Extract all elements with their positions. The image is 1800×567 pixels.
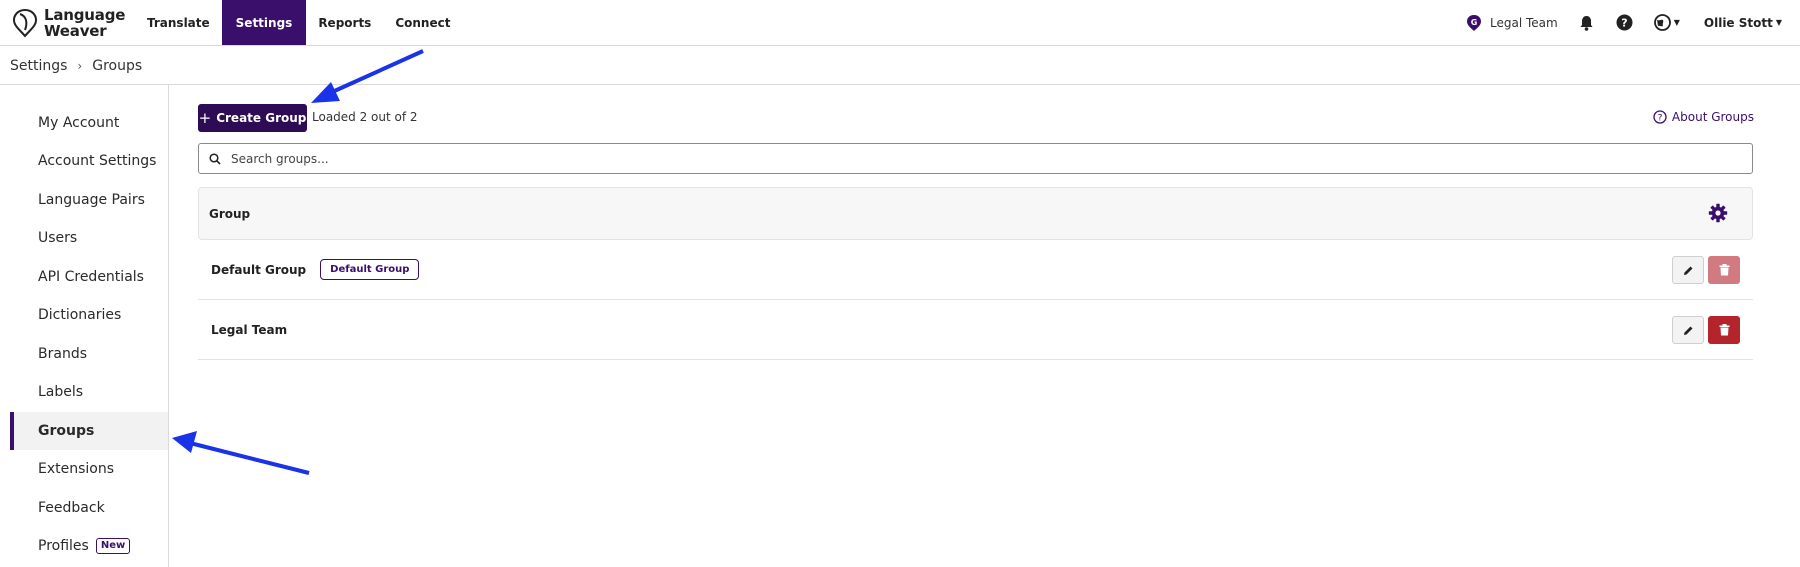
user-menu[interactable]: Ollie Stott ▼	[1704, 16, 1782, 30]
sidebar-item-dictionaries[interactable]: Dictionaries	[10, 296, 168, 334]
team-initial: G	[1471, 18, 1478, 27]
help-icon: ?	[1616, 14, 1633, 31]
create-group-button[interactable]: + Create Group	[198, 104, 307, 132]
main-nav: Translate Settings Reports Connect	[135, 0, 462, 45]
sidebar-item-my-account[interactable]: My Account	[10, 104, 168, 142]
team-icon: G	[1467, 14, 1482, 31]
default-group-badge: Default Group	[320, 259, 420, 280]
group-name: Default Group	[211, 262, 307, 277]
top-navigation-bar: Language Weaver Translate Settings Repor…	[0, 0, 1800, 46]
notifications-button[interactable]	[1578, 14, 1596, 32]
new-badge: New	[95, 538, 131, 554]
arrow-to-create-group	[311, 49, 424, 103]
sidebar-item-labels[interactable]: Labels	[10, 373, 168, 411]
pencil-icon	[1683, 266, 1692, 275]
chevron-right-icon: ›	[77, 58, 83, 73]
delete-button[interactable]	[1708, 256, 1740, 284]
gear-icon[interactable]	[1708, 203, 1728, 223]
logo[interactable]: Language Weaver	[12, 5, 125, 41]
row-actions	[1672, 256, 1740, 284]
nav-connect[interactable]: Connect	[383, 0, 462, 45]
create-group-label: Create Group	[216, 111, 307, 125]
loaded-count: Loaded 2 out of 2	[312, 110, 418, 124]
sidebar-item-feedback[interactable]: Feedback	[10, 489, 168, 527]
chevron-down-icon: ▼	[1775, 18, 1782, 27]
nav-translate[interactable]: Translate	[135, 0, 222, 45]
about-groups-link[interactable]: ? About Groups	[1653, 110, 1754, 124]
plus-icon: +	[198, 109, 212, 127]
column-header-group: Group	[209, 206, 251, 221]
divider	[0, 84, 1800, 85]
pencil-icon	[1683, 326, 1692, 335]
logo-text-line1: Language	[44, 6, 126, 24]
group-name: Legal Team	[211, 322, 288, 337]
breadcrumb-settings[interactable]: Settings	[10, 58, 67, 74]
chevron-down-icon: ▼	[1673, 18, 1680, 27]
sidebar-item-account-settings[interactable]: Account Settings	[10, 142, 168, 180]
settings-sidebar: My Account Account Settings Language Pai…	[0, 85, 169, 567]
table-row: Default Group Default Group	[198, 240, 1753, 300]
help-button[interactable]: ?	[1616, 14, 1634, 32]
trash-icon	[1719, 324, 1729, 336]
bell-icon	[1580, 15, 1593, 31]
header-actions: G Legal Team ? ▼ Ollie Stott ▼	[1466, 0, 1782, 45]
trash-icon	[1719, 264, 1729, 276]
question-circle-icon: ?	[1653, 110, 1667, 124]
sidebar-item-extensions[interactable]: Extensions	[10, 450, 168, 488]
logo-text: Language Weaver	[44, 7, 125, 39]
edit-button[interactable]	[1672, 256, 1704, 284]
sidebar-item-groups[interactable]: Groups	[10, 412, 168, 450]
breadcrumb: Settings › Groups	[10, 47, 142, 84]
user-name: Ollie Stott	[1703, 15, 1773, 30]
delete-button[interactable]	[1708, 316, 1740, 344]
svg-text:?: ?	[1658, 114, 1663, 124]
sidebar-item-brands[interactable]: Brands	[10, 335, 168, 373]
team-name: Legal Team	[1490, 15, 1558, 30]
about-groups-label: About Groups	[1671, 110, 1754, 124]
globe-icon	[1653, 14, 1671, 31]
row-actions	[1672, 316, 1740, 344]
team-switcher[interactable]: G Legal Team	[1466, 14, 1558, 32]
edit-button[interactable]	[1672, 316, 1704, 344]
sidebar-item-users[interactable]: Users	[10, 219, 168, 257]
breadcrumb-groups: Groups	[92, 57, 143, 74]
sidebar-item-profiles[interactable]: Profiles New	[10, 527, 168, 565]
nav-settings[interactable]: Settings	[221, 0, 307, 45]
sidebar-item-language-pairs[interactable]: Language Pairs	[10, 181, 168, 219]
language-switcher[interactable]: ▼	[1653, 14, 1680, 31]
sidebar-item-label: Profiles	[38, 538, 89, 554]
search-field[interactable]	[198, 143, 1753, 174]
search-input[interactable]	[231, 151, 1711, 166]
search-icon	[209, 152, 221, 165]
table-row: Legal Team	[198, 300, 1753, 360]
arrow-to-groups-sidebar	[172, 431, 310, 475]
logo-text-line2: Weaver	[44, 22, 107, 40]
table-header: Group	[198, 187, 1753, 240]
logo-icon	[12, 8, 38, 38]
nav-reports[interactable]: Reports	[306, 0, 383, 45]
svg-text:?: ?	[1622, 17, 1628, 30]
sidebar-item-api-credentials[interactable]: API Credentials	[10, 258, 168, 296]
